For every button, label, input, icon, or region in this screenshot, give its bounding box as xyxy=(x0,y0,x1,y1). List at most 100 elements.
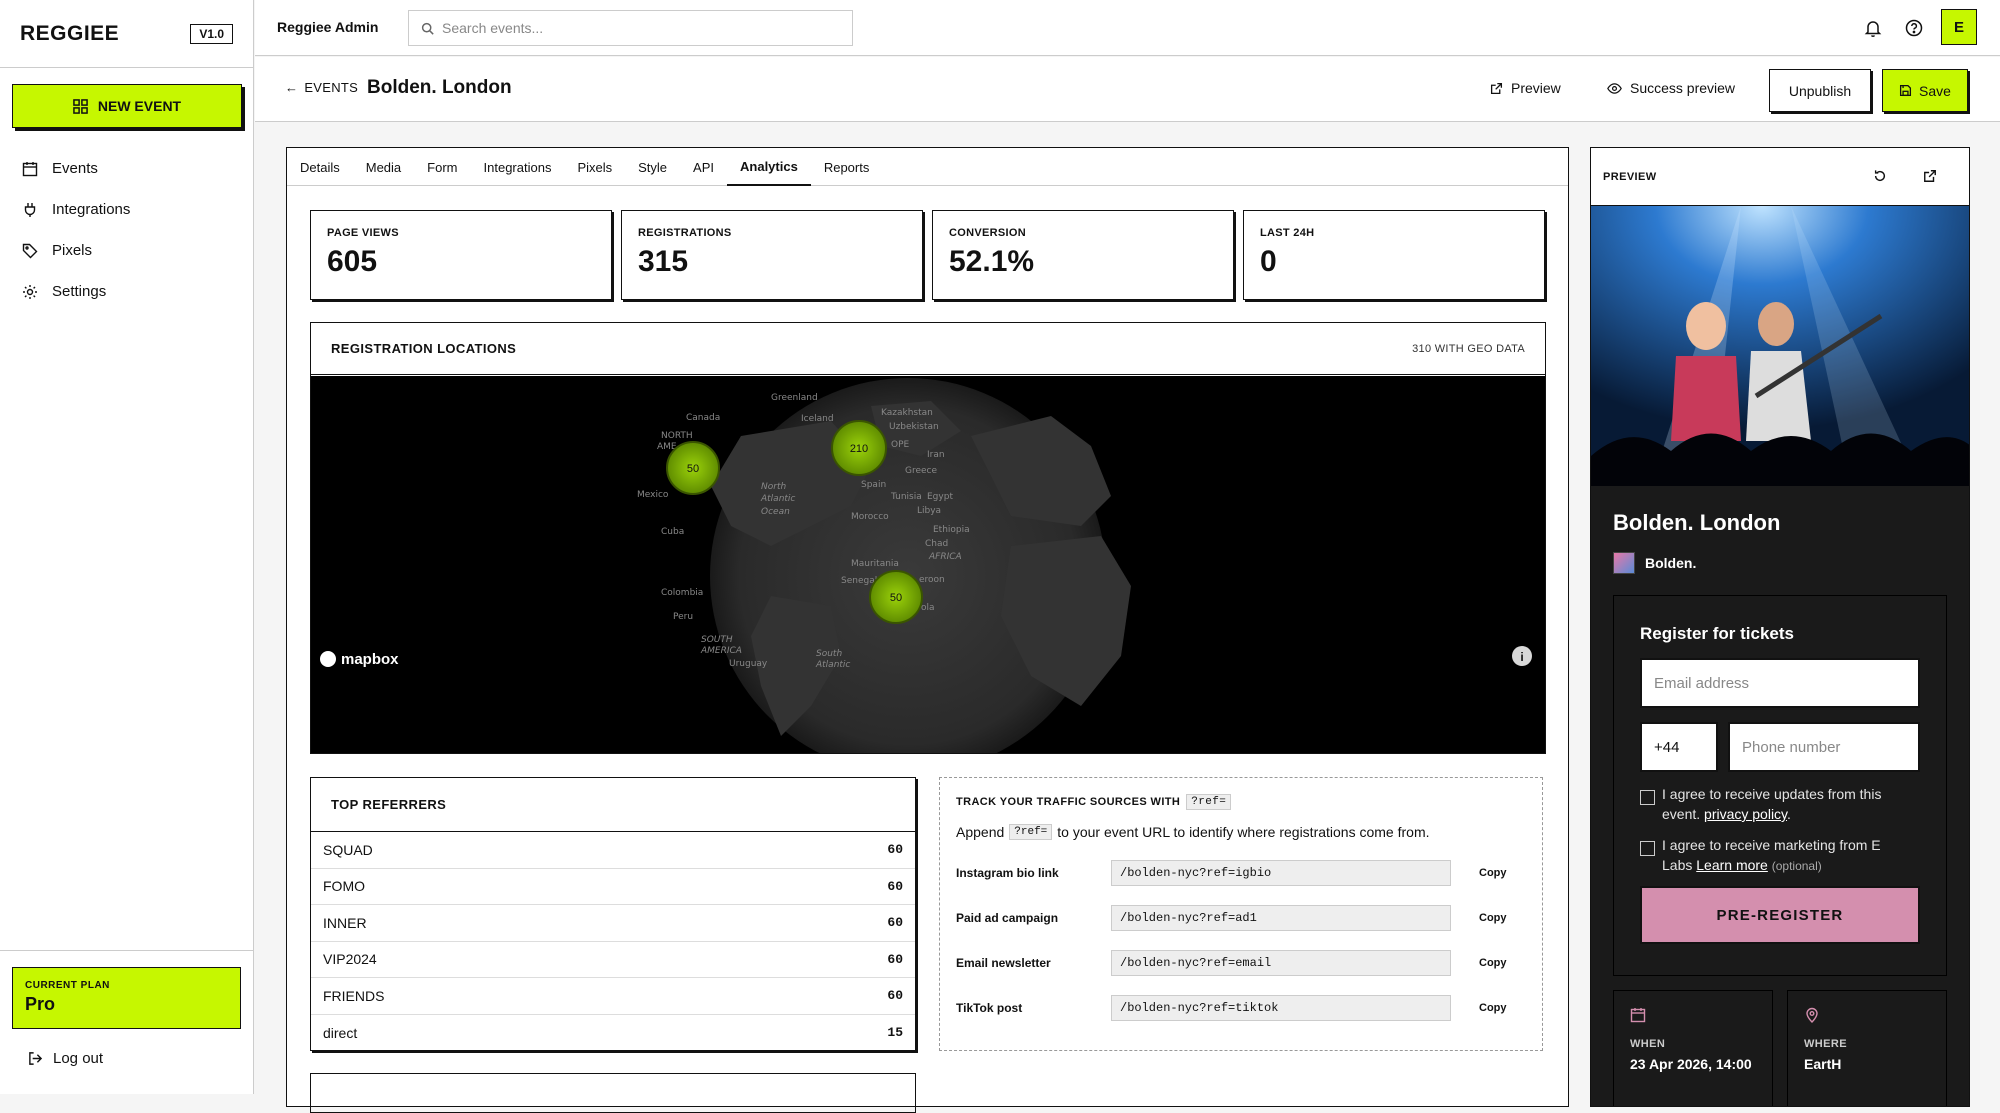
tab-style[interactable]: Style xyxy=(625,148,680,186)
search-icon xyxy=(421,22,434,35)
analytics-panel: Details Media Form Integrations Pixels S… xyxy=(286,147,1569,1113)
pre-register-button[interactable]: PRE-REGISTER xyxy=(1640,886,1920,944)
help-icon[interactable] xyxy=(1904,18,1924,38)
map-label: Uzbekistan xyxy=(889,422,939,432)
consent-updates-checkbox[interactable] xyxy=(1640,790,1655,805)
tracking-link-row: TikTok post /bolden-nyc?ref=tiktok Copy xyxy=(956,995,1526,1021)
tab-details[interactable]: Details xyxy=(287,148,353,186)
arrow-left-icon: ← xyxy=(285,80,299,95)
sidebar-item-integrations[interactable]: Integrations xyxy=(22,189,242,230)
country-code-select[interactable]: +44 xyxy=(1640,722,1718,772)
plug-icon xyxy=(24,202,36,217)
search-box[interactable] xyxy=(408,10,853,46)
traffic-sources-title: TRACK YOUR TRAFFIC SOURCES WITH ?ref= xyxy=(956,794,1526,810)
map-label: ola xyxy=(921,603,935,613)
plan-value: Pro xyxy=(25,994,56,1014)
topbar: Reggiee Admin E xyxy=(255,0,2000,56)
unpublish-button[interactable]: Unpublish xyxy=(1769,69,1871,112)
referrer-count: 60 xyxy=(887,951,903,967)
map-label: Morocco xyxy=(851,512,889,522)
sidebar-item-pixels[interactable]: Pixels xyxy=(22,230,242,271)
copy-button[interactable]: Copy xyxy=(1479,912,1507,924)
cluster-count: 210 xyxy=(850,443,868,455)
mapbox-logo[interactable]: mapbox xyxy=(320,651,399,668)
table-row: direct 15 xyxy=(311,1015,915,1052)
map-label: Ocean xyxy=(761,507,790,517)
success-preview-link[interactable]: Success preview xyxy=(1607,80,1735,96)
registration-title: Register for tickets xyxy=(1640,624,1794,643)
copy-button[interactable]: Copy xyxy=(1479,1002,1507,1014)
sidebar-item-label: Settings xyxy=(52,283,107,300)
sidebar-item-settings[interactable]: Settings xyxy=(22,271,242,312)
map-label: Atlantic xyxy=(815,660,850,670)
tracking-url-field[interactable]: /bolden-nyc?ref=tiktok xyxy=(1111,995,1451,1021)
back-to-events-link[interactable]: ← EVENTS xyxy=(285,80,358,95)
event-header: ← EVENTS Bolden. London Preview Success … xyxy=(255,57,2000,122)
globe-map[interactable]: Greenland Canada Iceland Kazakhstan Uzbekist… xyxy=(311,376,1545,753)
phone-field[interactable] xyxy=(1728,722,1920,772)
map-label: Colombia xyxy=(661,588,703,598)
success-preview-label: Success preview xyxy=(1630,80,1736,96)
tab-api[interactable]: API xyxy=(680,148,727,186)
save-label: Save xyxy=(1919,82,1951,99)
tab-form[interactable]: Form xyxy=(414,148,470,186)
privacy-policy-link[interactable]: privacy policy xyxy=(1704,806,1787,822)
map-label: Mauritania xyxy=(851,559,899,569)
current-plan-card[interactable]: CURRENT PLAN Pro xyxy=(12,967,241,1029)
map-label: Cuba xyxy=(661,527,684,537)
logout-button[interactable]: Log out xyxy=(28,1050,103,1067)
logout-icon xyxy=(29,1052,43,1065)
preview-link[interactable]: Preview xyxy=(1490,80,1561,96)
tab-pixels[interactable]: Pixels xyxy=(564,148,625,186)
tracking-url-field[interactable]: /bolden-nyc?ref=ad1 xyxy=(1111,905,1451,931)
map-view[interactable]: Greenland Canada Iceland Kazakhstan Uzbekist… xyxy=(311,376,1545,753)
consent-updates-label: I agree to receive updates from this eve… xyxy=(1662,786,1882,822)
location-pin-icon xyxy=(1806,1007,1818,1023)
bell-icon[interactable] xyxy=(1863,18,1883,38)
cluster-count: 50 xyxy=(890,592,902,604)
calendar-icon xyxy=(22,161,38,176)
next-card xyxy=(310,1073,916,1113)
app-logo[interactable]: REGGIEE xyxy=(20,22,119,46)
copy-button[interactable]: Copy xyxy=(1479,957,1507,969)
map-label: Iceland xyxy=(801,414,834,424)
stat-value: 52.1% xyxy=(949,245,1035,278)
map-cluster-1[interactable]: 50 xyxy=(666,441,720,495)
map-label: Senegal xyxy=(841,576,877,586)
consent-marketing-checkbox[interactable] xyxy=(1640,841,1655,856)
preview-label: Preview xyxy=(1511,80,1561,96)
referrer-name: direct xyxy=(323,1024,358,1041)
tracking-url-field[interactable]: /bolden-nyc?ref=email xyxy=(1111,950,1451,976)
tab-analytics[interactable]: Analytics xyxy=(727,148,811,186)
tracking-url-field[interactable]: /bolden-nyc?ref=igbio xyxy=(1111,860,1451,886)
email-field[interactable] xyxy=(1640,658,1920,708)
tab-reports[interactable]: Reports xyxy=(811,148,883,186)
new-event-button[interactable]: NEW EVENT xyxy=(12,84,242,128)
sidebar-item-events[interactable]: Events xyxy=(22,148,242,189)
map-cluster-2[interactable]: 210 xyxy=(831,420,887,476)
tab-media[interactable]: Media xyxy=(353,148,414,186)
stat-label: PAGE VIEWS xyxy=(327,227,399,239)
stat-label: LAST 24H xyxy=(1260,227,1315,239)
learn-more-link[interactable]: Learn more xyxy=(1696,857,1768,873)
refresh-icon[interactable] xyxy=(1873,169,1887,183)
where-label: WHERE xyxy=(1804,1038,1847,1050)
traffic-sources-description: Append ?ref= to your event URL to identi… xyxy=(956,824,1526,840)
map-label: Greenland xyxy=(771,393,818,403)
page-title: Bolden. London xyxy=(367,77,512,98)
preview-event-title: Bolden. London xyxy=(1613,510,1781,535)
search-input[interactable] xyxy=(442,20,822,36)
map-label: SOUTH xyxy=(701,635,733,645)
info-icon[interactable]: i xyxy=(1512,646,1532,666)
copy-button[interactable]: Copy xyxy=(1479,867,1507,879)
referrer-count: 60 xyxy=(887,842,903,858)
desc-after: to your event URL to identify where regi… xyxy=(1057,824,1430,840)
map-label: Mexico xyxy=(637,490,669,500)
referrer-name: INNER xyxy=(323,914,367,931)
external-link-icon[interactable] xyxy=(1923,169,1937,183)
map-cluster-3[interactable]: 50 xyxy=(869,570,923,624)
tab-integrations[interactable]: Integrations xyxy=(471,148,565,186)
save-button[interactable]: Save xyxy=(1882,69,1968,112)
avatar[interactable]: E xyxy=(1941,9,1977,45)
referrer-count: 15 xyxy=(887,1025,903,1041)
